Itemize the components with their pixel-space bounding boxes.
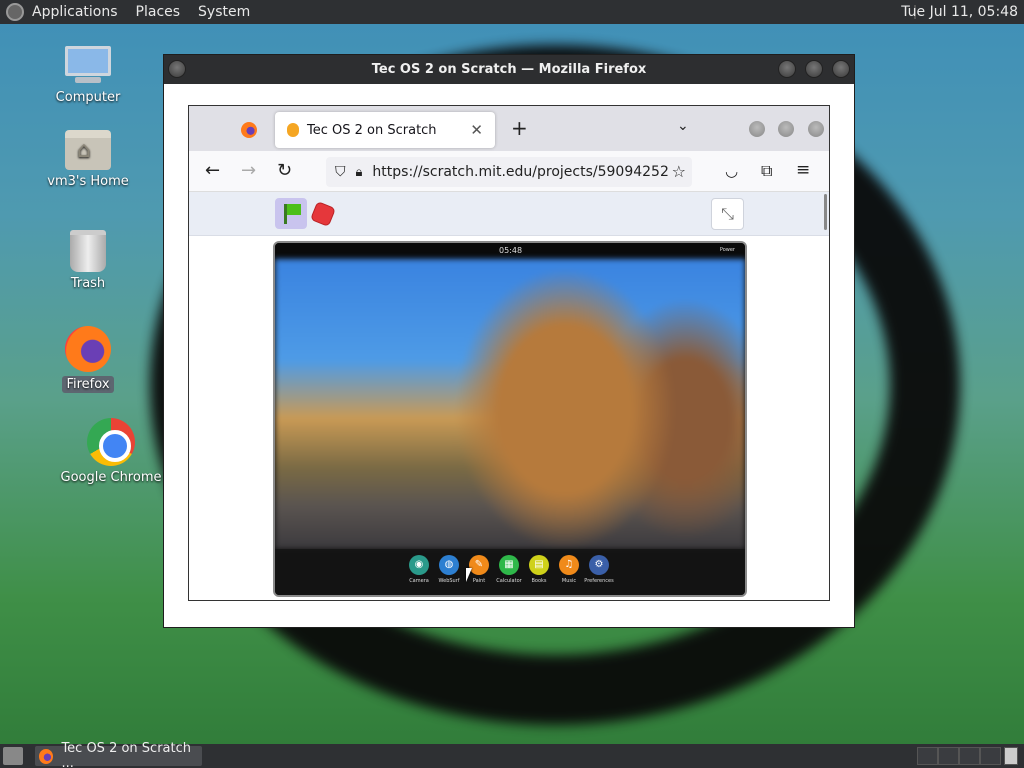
green-flag-button[interactable] (275, 198, 307, 229)
tab-active[interactable]: Tec OS 2 on Scratch ✕ (275, 112, 495, 148)
ff-maximize-button[interactable] (778, 121, 794, 137)
menu-system[interactable]: System (198, 4, 250, 20)
maximize-button[interactable] (805, 60, 823, 78)
stage-status-bar: 05:48 Power (275, 243, 745, 259)
desktop-icon-firefox[interactable]: Firefox (33, 326, 143, 393)
menu-applications[interactable]: Applications (32, 4, 118, 20)
system-logo-icon[interactable] (6, 3, 24, 21)
desktop-icon-computer[interactable]: Computer (33, 46, 143, 105)
url-bar[interactable]: ⛉ 🔒︎ https://scratch.mit.edu/projects/59… (326, 157, 692, 187)
tracking-protection-icon[interactable]: ⛉ (335, 164, 346, 180)
taskbar-item-label: Tec OS 2 on Scratch ... (61, 741, 191, 768)
desktop-icon-trash[interactable]: Trash (33, 230, 143, 291)
panel-clock[interactable]: Tue Jul 11, 05:48 (901, 4, 1018, 20)
tab-bar: Tec OS 2 on Scratch ✕ + ⌄ (189, 106, 829, 151)
dock-app-preferences[interactable]: ⚙ Preferences (579, 555, 619, 584)
ff-close-button[interactable] (808, 121, 824, 137)
scratch-page: ⤡ 05:48 Power ◉ Camera ◍ WebSurf ✎ Paint… (189, 192, 829, 600)
desktop-icon-home[interactable]: vm3's Home (33, 130, 143, 189)
window-titlebar[interactable]: Tec OS 2 on Scratch — Mozilla Firefox (164, 55, 854, 84)
calculator-icon: ▦ (499, 555, 519, 575)
home-folder-icon (65, 130, 111, 170)
mouse-cursor-icon (466, 568, 472, 582)
stage-power-button[interactable]: Power (720, 247, 735, 253)
window-title: Tec OS 2 on Scratch — Mozilla Firefox (371, 62, 647, 77)
page-scrollbar[interactable] (824, 194, 827, 230)
minimize-button[interactable] (778, 60, 796, 78)
close-button[interactable] (832, 60, 850, 78)
window-menu-icon[interactable] (168, 60, 186, 78)
ff-minimize-button[interactable] (749, 121, 765, 137)
stage-controls-bar: ⤡ (189, 192, 829, 236)
stage-wallpaper (275, 259, 745, 549)
navigation-toolbar: ← → ↻ ⛉ 🔒︎ https://scratch.mit.edu/proje… (189, 151, 829, 192)
firefox-icon (39, 748, 54, 764)
desktop-icon-label: Trash (70, 276, 106, 291)
book-icon: ▤ (529, 555, 549, 575)
workspace-1[interactable] (917, 747, 938, 765)
workspace-4[interactable] (980, 747, 1001, 765)
stop-button[interactable] (309, 200, 337, 228)
lock-icon[interactable]: 🔒︎ (356, 165, 363, 180)
trash-applet-icon[interactable] (1004, 747, 1018, 765)
pocket-icon[interactable]: ◡ (725, 162, 738, 180)
firefox-browser: Tec OS 2 on Scratch ✕ + ⌄ ← → ↻ ⛉ 🔒︎ htt… (188, 105, 830, 601)
taskbar-item-firefox[interactable]: Tec OS 2 on Scratch ... (35, 741, 202, 768)
show-desktop-button[interactable] (3, 747, 23, 765)
workspace-3[interactable] (959, 747, 980, 765)
gear-icon: ⚙ (589, 555, 609, 575)
list-all-tabs-button[interactable]: ⌄ (677, 118, 689, 134)
bookmark-star-icon[interactable]: ☆ (667, 162, 686, 181)
new-tab-button[interactable]: + (511, 116, 528, 140)
computer-icon (65, 46, 111, 86)
desktop-icon-label: Google Chrome (60, 470, 162, 485)
reload-button[interactable]: ↻ (277, 160, 292, 181)
desktop-icon-label: Computer (55, 90, 121, 105)
bottom-taskbar: Tec OS 2 on Scratch ... (0, 741, 1024, 768)
desktop-icon-label: vm3's Home (47, 174, 129, 189)
brush-icon: ✎ (469, 555, 489, 575)
forward-button[interactable]: → (241, 160, 256, 181)
music-icon: ♫ (559, 555, 579, 575)
camera-icon: ◉ (409, 555, 429, 575)
app-menu-icon[interactable]: ≡ (796, 160, 810, 180)
firefox-view-icon[interactable] (241, 122, 257, 138)
exit-fullscreen-button[interactable]: ⤡ (711, 198, 744, 230)
stage-dock: ◉ Camera ◍ WebSurf ✎ Paint ▦ Calculator … (275, 549, 745, 595)
scratch-favicon-icon (287, 123, 299, 137)
tab-title: Tec OS 2 on Scratch (307, 122, 437, 138)
tab-close-icon[interactable]: ✕ (470, 121, 483, 139)
menu-places[interactable]: Places (136, 4, 181, 20)
workspace-2[interactable] (938, 747, 959, 765)
desktop-icon-label: Firefox (62, 376, 114, 393)
back-button[interactable]: ← (205, 160, 220, 181)
url-text[interactable]: https://scratch.mit.edu/projects/5909425… (372, 164, 678, 180)
trash-icon (70, 230, 106, 272)
stage-clock: 05:48 (499, 246, 523, 255)
chrome-icon (87, 418, 135, 466)
desktop-icon-chrome[interactable]: Google Chrome (56, 418, 166, 485)
firefox-icon (65, 326, 111, 372)
globe-icon: ◍ (439, 555, 459, 575)
extensions-icon[interactable]: ⧉ (761, 161, 772, 181)
scratch-stage[interactable]: 05:48 Power ◉ Camera ◍ WebSurf ✎ Paint ▦… (273, 241, 747, 597)
dock-app-label: Preferences (584, 578, 614, 584)
top-panel: Applications Places System Tue Jul 11, 0… (0, 0, 1024, 24)
